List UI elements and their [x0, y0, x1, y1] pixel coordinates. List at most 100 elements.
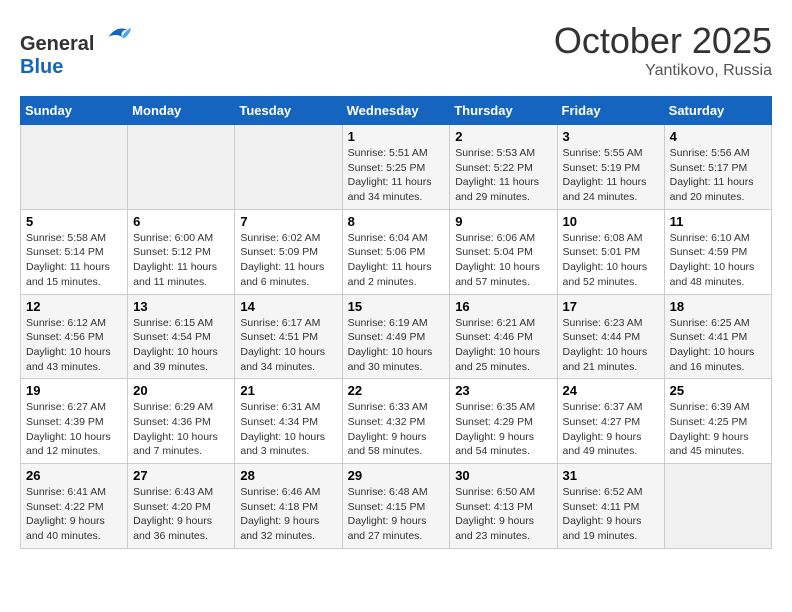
day-number: 5 [26, 214, 122, 229]
location-subtitle: Yantikovo, Russia [554, 62, 772, 80]
day-number: 17 [563, 299, 659, 314]
day-info: Sunrise: 6:02 AMSunset: 5:09 PMDaylight:… [240, 231, 336, 290]
day-cell: 20Sunrise: 6:29 AMSunset: 4:36 PMDayligh… [128, 379, 235, 464]
day-number: 16 [455, 299, 551, 314]
day-cell: 24 Sunrise: 6:37 AMSunset: 4:27 PMDayligh… [557, 379, 664, 464]
day-number: 9 [455, 214, 551, 229]
day-number: 2 [455, 129, 551, 144]
logo-blue-text: Blue [20, 56, 63, 78]
week-row-4: 19Sunrise: 6:27 AMSunset: 4:39 PMDayligh… [21, 379, 772, 464]
day-cell: 15Sunrise: 6:19 AMSunset: 4:49 PMDayligh… [342, 294, 450, 379]
day-number: 28 [240, 468, 336, 483]
logo-general-text: General [20, 33, 94, 55]
day-info: Sunrise: 5:53 AMSunset: 5:22 PMDaylight:… [455, 146, 551, 205]
calendar-header-row: SundayMondayTuesdayWednesdayThursdayFrid… [21, 97, 772, 125]
day-cell: 3Sunrise: 5:55 AMSunset: 5:19 PMDaylight… [557, 125, 664, 210]
day-info: Sunrise: 5:55 AMSunset: 5:19 PMDaylight:… [563, 146, 659, 205]
day-info: Sunrise: 6:39 AMSunset: 4:25 PMDaylight:… [670, 400, 766, 459]
day-number: 19 [26, 383, 122, 398]
day-cell: 31Sunrise: 6:52 AMSunset: 4:11 PMDayligh… [557, 464, 664, 549]
day-number: 13 [133, 299, 229, 314]
day-cell: 16 Sunrise: 6:21 AMSunset: 4:46 PMDayligh… [450, 294, 557, 379]
day-cell: 22 Sunrise: 6:33 AMSunset: 4:32 PMDayligh… [342, 379, 450, 464]
day-info: Sunrise: 6:41 AMSunset: 4:22 PMDaylight:… [26, 485, 122, 544]
day-info: Sunrise: 6:25 AMSunset: 4:41 PMDaylight:… [670, 316, 766, 375]
day-number: 8 [348, 214, 445, 229]
day-number: 27 [133, 468, 229, 483]
day-info: Sunrise: 6:43 AMSunset: 4:20 PMDaylight:… [133, 485, 229, 544]
day-number: 30 [455, 468, 551, 483]
day-cell: 12 Sunrise: 6:12 AMSunset: 4:56 PMDayligh… [21, 294, 128, 379]
day-number: 7 [240, 214, 336, 229]
day-info: Sunrise: 5:58 AMSunset: 5:14 PMDaylight:… [26, 231, 122, 290]
day-number: 23 [455, 383, 551, 398]
day-cell: 5 Sunrise: 5:58 AMSunset: 5:14 PMDaylight… [21, 209, 128, 294]
week-row-3: 12 Sunrise: 6:12 AMSunset: 4:56 PMDayligh… [21, 294, 772, 379]
day-info: Sunrise: 6:21 AMSunset: 4:46 PMDaylight:… [455, 316, 551, 375]
day-number: 11 [670, 214, 766, 229]
day-info: Sunrise: 6:31 AMSunset: 4:34 PMDaylight:… [240, 400, 336, 459]
day-cell: 27 Sunrise: 6:43 AMSunset: 4:20 PMDayligh… [128, 464, 235, 549]
header-sunday: Sunday [21, 97, 128, 125]
day-cell: 18 Sunrise: 6:25 AMSunset: 4:41 PMDayligh… [664, 294, 771, 379]
header-thursday: Thursday [450, 97, 557, 125]
day-cell: 21Sunrise: 6:31 AMSunset: 4:34 PMDayligh… [235, 379, 342, 464]
day-number: 25 [670, 383, 766, 398]
day-info: Sunrise: 6:23 AMSunset: 4:44 PMDaylight:… [563, 316, 659, 375]
day-info: Sunrise: 6:15 AMSunset: 4:54 PMDaylight:… [133, 316, 229, 375]
day-info: Sunrise: 6:37 AMSunset: 4:27 PMDaylight:… [563, 400, 659, 459]
day-cell [21, 125, 128, 210]
day-info: Sunrise: 6:00 AMSunset: 5:12 PMDaylight:… [133, 231, 229, 290]
header-wednesday: Wednesday [342, 97, 450, 125]
day-number: 22 [348, 383, 445, 398]
day-number: 26 [26, 468, 122, 483]
title-block: October 2025 Yantikovo, Russia [554, 20, 772, 80]
day-cell: 29Sunrise: 6:48 AMSunset: 4:15 PMDayligh… [342, 464, 450, 549]
day-info: Sunrise: 6:19 AMSunset: 4:49 PMDaylight:… [348, 316, 445, 375]
day-cell: 6 Sunrise: 6:00 AMSunset: 5:12 PMDaylight… [128, 209, 235, 294]
day-cell: 1 Sunrise: 5:51 AMSunset: 5:25 PMDaylight… [342, 125, 450, 210]
day-cell [664, 464, 771, 549]
day-info: Sunrise: 5:51 AMSunset: 5:25 PMDaylight:… [348, 146, 445, 205]
day-cell: 28Sunrise: 6:46 AMSunset: 4:18 PMDayligh… [235, 464, 342, 549]
day-number: 1 [348, 129, 445, 144]
calendar-table: SundayMondayTuesdayWednesdayThursdayFrid… [20, 96, 772, 549]
day-number: 20 [133, 383, 229, 398]
month-title: October 2025 [554, 20, 772, 62]
day-number: 4 [670, 129, 766, 144]
logo: General Blue [20, 20, 131, 79]
day-cell: 19Sunrise: 6:27 AMSunset: 4:39 PMDayligh… [21, 379, 128, 464]
day-number: 12 [26, 299, 122, 314]
day-cell: 25 Sunrise: 6:39 AMSunset: 4:25 PMDayligh… [664, 379, 771, 464]
day-info: Sunrise: 6:17 AMSunset: 4:51 PMDaylight:… [240, 316, 336, 375]
day-info: Sunrise: 6:12 AMSunset: 4:56 PMDaylight:… [26, 316, 122, 375]
day-info: Sunrise: 5:56 AMSunset: 5:17 PMDaylight:… [670, 146, 766, 205]
day-cell: 10Sunrise: 6:08 AMSunset: 5:01 PMDayligh… [557, 209, 664, 294]
week-row-5: 26 Sunrise: 6:41 AMSunset: 4:22 PMDayligh… [21, 464, 772, 549]
header-tuesday: Tuesday [235, 97, 342, 125]
day-number: 24 [563, 383, 659, 398]
day-info: Sunrise: 6:35 AMSunset: 4:29 PMDaylight:… [455, 400, 551, 459]
day-number: 29 [348, 468, 445, 483]
day-cell: 8 Sunrise: 6:04 AMSunset: 5:06 PMDaylight… [342, 209, 450, 294]
day-cell: 4 Sunrise: 5:56 AMSunset: 5:17 PMDaylight… [664, 125, 771, 210]
day-cell: 26 Sunrise: 6:41 AMSunset: 4:22 PMDayligh… [21, 464, 128, 549]
day-info: Sunrise: 6:50 AMSunset: 4:13 PMDaylight:… [455, 485, 551, 544]
day-cell: 23 Sunrise: 6:35 AMSunset: 4:29 PMDayligh… [450, 379, 557, 464]
week-row-1: 1 Sunrise: 5:51 AMSunset: 5:25 PMDaylight… [21, 125, 772, 210]
day-info: Sunrise: 6:52 AMSunset: 4:11 PMDaylight:… [563, 485, 659, 544]
header-monday: Monday [128, 97, 235, 125]
page-header: General Blue October 2025 Yantikovo, Rus… [20, 20, 772, 80]
day-info: Sunrise: 6:33 AMSunset: 4:32 PMDaylight:… [348, 400, 445, 459]
day-number: 6 [133, 214, 229, 229]
day-info: Sunrise: 6:10 AMSunset: 4:59 PMDaylight:… [670, 231, 766, 290]
day-info: Sunrise: 6:06 AMSunset: 5:04 PMDaylight:… [455, 231, 551, 290]
day-info: Sunrise: 6:04 AMSunset: 5:06 PMDaylight:… [348, 231, 445, 290]
day-cell: 2 Sunrise: 5:53 AMSunset: 5:22 PMDaylight… [450, 125, 557, 210]
day-number: 18 [670, 299, 766, 314]
day-cell: 30 Sunrise: 6:50 AMSunset: 4:13 PMDayligh… [450, 464, 557, 549]
day-cell: 17 Sunrise: 6:23 AMSunset: 4:44 PMDayligh… [557, 294, 664, 379]
header-friday: Friday [557, 97, 664, 125]
logo-bird-icon [101, 20, 131, 50]
day-cell: 11 Sunrise: 6:10 AMSunset: 4:59 PMDayligh… [664, 209, 771, 294]
